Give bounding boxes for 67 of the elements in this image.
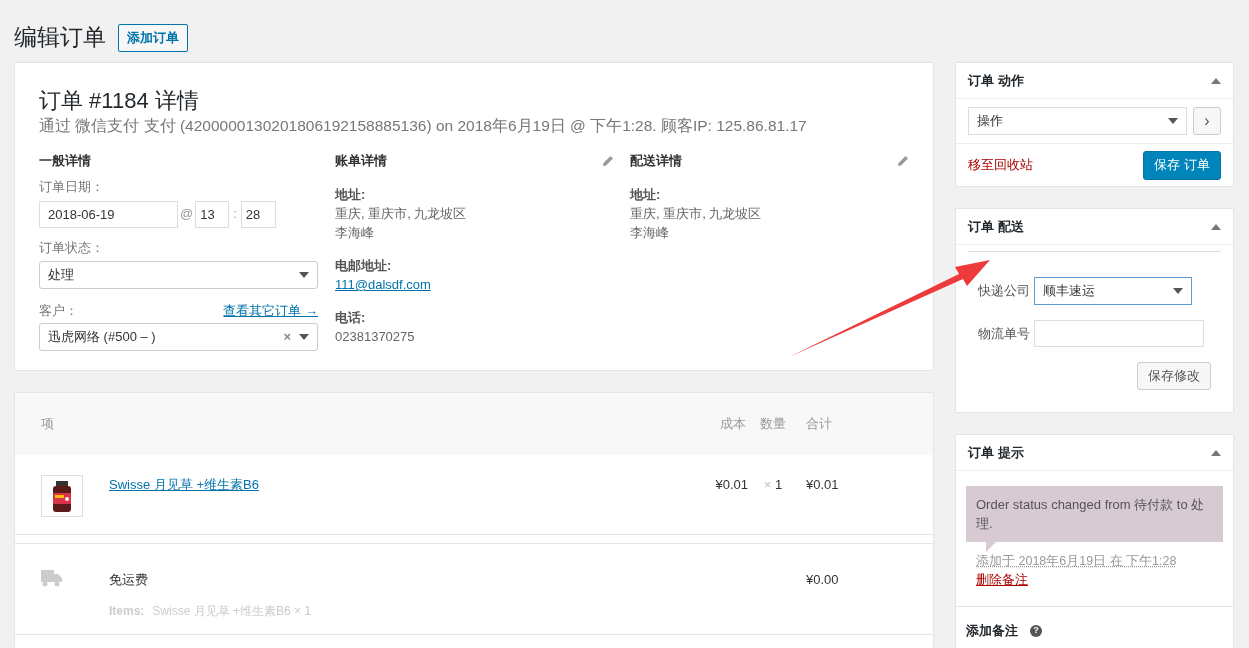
field-value: 02381370275 <box>335 328 416 346</box>
field-label: 订单状态： <box>39 238 105 257</box>
field-label: 物流单号 <box>978 324 1030 343</box>
order-subtitle: 通过 微信支付 支付 (4200000130201806192158885136) on 2018年6月19日 @ 下午1:28. 顾客IP: 125.86.81.17 <box>39 116 808 136</box>
section-heading: 一般详情 <box>39 152 92 170</box>
caret-icon <box>299 333 309 340</box>
add-note-title: 添加备注 <box>966 622 1018 640</box>
email-link[interactable]: 111@dalsdf.com <box>335 275 431 294</box>
field-value: 重庆, 重庆市, 九龙坡区 <box>335 205 468 223</box>
delete-note-link[interactable]: 删除备注 <box>976 573 1028 587</box>
date-field[interactable]: 2018-06-19 <box>39 200 178 228</box>
save-changes-button[interactable]: 保存修改 <box>1137 362 1211 390</box>
panel-title: 订单 配送 <box>968 217 1024 236</box>
apply-button[interactable]: › <box>1193 107 1221 135</box>
shipping-name: 免运费 <box>109 571 149 589</box>
qty-cell: × 1 <box>763 477 783 492</box>
status-select[interactable]: 处理 <box>39 261 318 289</box>
customer-select[interactable]: 迅虎网络 (#500 – ) × <box>39 322 318 351</box>
courier-select[interactable]: 顺丰速运 <box>1034 277 1192 305</box>
column-header: 成本 <box>719 415 747 434</box>
other-orders-link[interactable]: 查看其它订单 → <box>223 301 318 321</box>
tracking-number-field[interactable] <box>1034 320 1204 347</box>
field-label: 客户： <box>39 302 78 320</box>
field-value: 李海峰 <box>630 224 670 242</box>
action-select[interactable]: 操作 <box>968 107 1187 135</box>
note-tail-icon <box>986 542 996 552</box>
collapse-icon[interactable] <box>1211 77 1221 84</box>
field-label: 电话: <box>335 309 367 327</box>
column-header: 合计 <box>805 415 833 434</box>
add-order-button[interactable]: 添加订单 <box>118 23 188 52</box>
note-meta: 添加于 2018年6月19日 在 下午1:28 删除备注 <box>975 553 1178 589</box>
field-value: 李海峰 <box>335 224 375 242</box>
cost-cell-text: ¥0.01 <box>714 476 748 494</box>
panel-title: 订单 提示 <box>968 443 1024 462</box>
field-label: 快递公司 <box>978 282 1030 301</box>
pencil-icon[interactable] <box>897 155 909 167</box>
total-cell-text: ¥0.01 <box>805 476 840 494</box>
section-heading: 账单详情 <box>335 152 387 171</box>
help-icon[interactable]: ? <box>1030 624 1042 637</box>
trash-link[interactable]: 移至回收站 <box>968 155 1033 175</box>
time-separator: : <box>232 205 238 224</box>
pencil-icon[interactable] <box>602 155 614 167</box>
note-bubble: Order status changed from 待付款 to 处理. <box>966 486 1223 542</box>
product-link[interactable]: Swisse 月见草 +维生素B6 <box>109 475 688 495</box>
collapse-icon[interactable] <box>1211 449 1221 456</box>
save-order-button[interactable]: 保存 订单 <box>1143 150 1221 180</box>
collapse-icon[interactable] <box>1211 223 1221 230</box>
minute-field[interactable]: 28 <box>240 200 276 228</box>
total-cell-text: ¥0.00 <box>805 571 840 589</box>
section-heading: 配送详情 <box>630 152 682 171</box>
column-header: 数量 <box>759 415 787 433</box>
field-label: 地址: <box>630 186 662 204</box>
caret-icon <box>1168 118 1178 124</box>
clear-icon[interactable]: × <box>283 326 291 347</box>
truck-icon <box>41 570 62 587</box>
order-title: 订单 #1184 详情 <box>39 87 200 115</box>
field-value: 重庆, 重庆市, 九龙坡区 <box>630 205 763 223</box>
panel-title: 订单 动作 <box>968 71 1024 90</box>
caret-icon <box>299 272 309 278</box>
field-label: 订单日期： <box>39 178 105 196</box>
caret-icon <box>1173 288 1183 294</box>
at-sign: @ <box>180 205 194 224</box>
field-label: 地址: <box>335 186 367 204</box>
page-title: 编辑订单 <box>14 23 106 53</box>
column-header: 项 <box>40 415 55 434</box>
field-label: 电邮地址: <box>335 257 393 275</box>
hour-field[interactable]: 13 <box>195 200 230 228</box>
